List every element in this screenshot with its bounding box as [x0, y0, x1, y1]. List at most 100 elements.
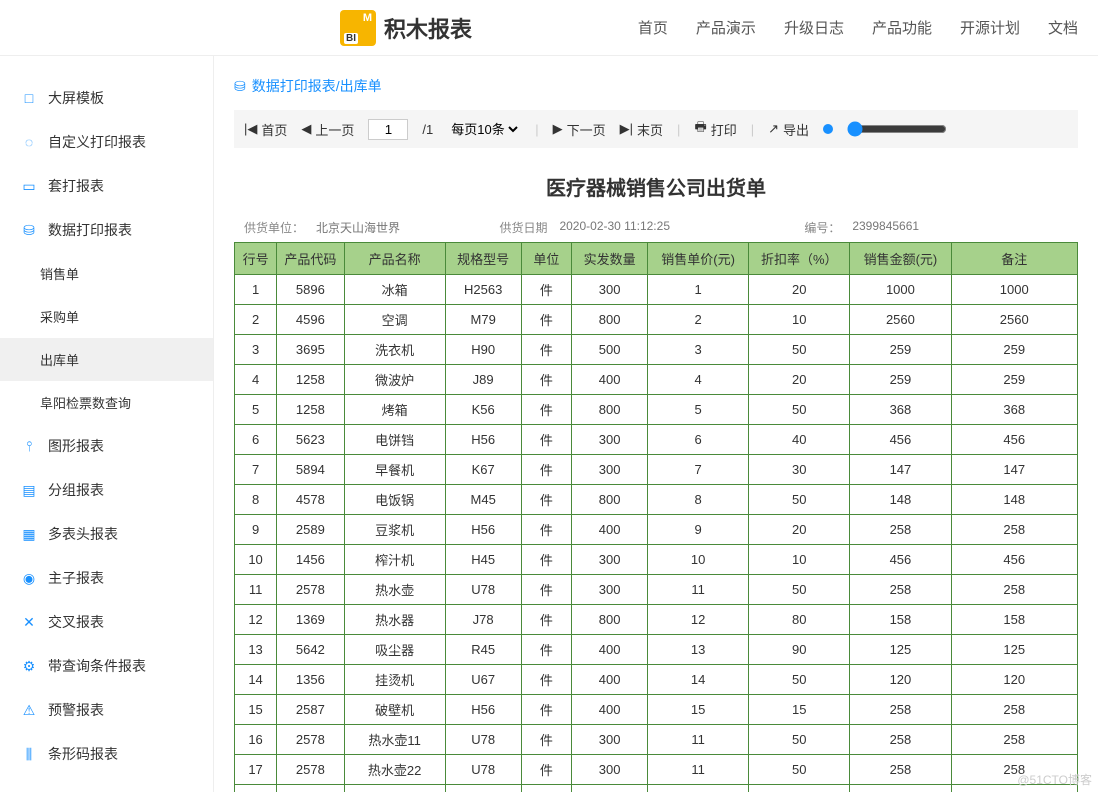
- table-row: 92589豆浆机H56件400920258258: [235, 515, 1078, 545]
- sidebar-item[interactable]: ⚠预警报表: [0, 688, 213, 732]
- table-cell: 吸尘器: [344, 635, 445, 665]
- sidebar-item[interactable]: 阜阳检票数查询: [0, 381, 213, 424]
- last-page-button[interactable]: ▶|末页: [620, 120, 663, 139]
- prev-icon: ◀: [301, 121, 311, 137]
- first-icon: |◀: [244, 121, 257, 137]
- table-cell: 7: [235, 455, 277, 485]
- table-cell: 2589: [277, 515, 344, 545]
- table-cell: 300: [572, 725, 648, 755]
- table-cell: 热水壶: [344, 575, 445, 605]
- topmenu-home[interactable]: 首页: [638, 17, 668, 38]
- table-cell: 10: [749, 545, 850, 575]
- print-button[interactable]: 🖶打印: [694, 118, 736, 140]
- table-cell: J89: [445, 365, 521, 395]
- table-cell: 榨汁机: [344, 545, 445, 575]
- table-cell: 147: [951, 455, 1078, 485]
- page-input[interactable]: [368, 119, 408, 140]
- column-header: 折扣率（%）: [749, 243, 850, 275]
- table-cell: 368: [951, 395, 1078, 425]
- table-cell: 14: [648, 665, 749, 695]
- topmenu-demo[interactable]: 产品演示: [696, 17, 756, 38]
- sidebar-icon: ◌: [20, 133, 38, 151]
- sidebar-item[interactable]: 出库单: [0, 338, 213, 381]
- table-cell: 456: [850, 425, 951, 455]
- top-nav: 积木报表 首页 产品演示 升级日志 产品功能 开源计划 文档: [0, 0, 1098, 56]
- prev-page-button[interactable]: ◀上一页: [301, 120, 354, 139]
- table-cell: 件: [521, 575, 572, 605]
- table-cell: 1: [648, 275, 749, 305]
- sidebar-item[interactable]: ✕交叉报表: [0, 600, 213, 644]
- table-cell: 1: [235, 275, 277, 305]
- export-button[interactable]: ↗导出: [768, 120, 809, 139]
- table-cell: 90: [749, 635, 850, 665]
- topmenu-docs[interactable]: 文档: [1048, 17, 1078, 38]
- table-cell: 125: [951, 635, 1078, 665]
- table-row: 65623电饼铛H56件300640456456: [235, 425, 1078, 455]
- sidebar-item[interactable]: □大屏模板: [0, 76, 213, 120]
- table-cell: 件: [521, 545, 572, 575]
- sidebar-item[interactable]: ⛁数据打印报表: [0, 208, 213, 252]
- last-icon: ▶|: [620, 121, 633, 137]
- table-cell: 800: [572, 305, 648, 335]
- table-cell: 6: [648, 425, 749, 455]
- table-cell: 400: [572, 665, 648, 695]
- sidebar-icon: ▦: [20, 525, 38, 543]
- zoom-slider[interactable]: [847, 121, 947, 137]
- topmenu-changelog[interactable]: 升级日志: [784, 17, 844, 38]
- table-row: 101456榨汁机H45件3001010456456: [235, 545, 1078, 575]
- table-cell: U67: [445, 665, 521, 695]
- column-header: 单位: [521, 243, 572, 275]
- next-page-button[interactable]: ▶下一页: [553, 120, 606, 139]
- topmenu-opensource[interactable]: 开源计划: [960, 17, 1020, 38]
- sidebar-item[interactable]: ⫯图形报表: [0, 424, 213, 468]
- sidebar-item[interactable]: ⫼条形码报表: [0, 732, 213, 776]
- table-cell: 258: [951, 575, 1078, 605]
- table-cell: H2563: [445, 275, 521, 305]
- table-cell: 2560: [850, 305, 951, 335]
- sidebar-item[interactable]: ▦多表头报表: [0, 512, 213, 556]
- table-cell: 400: [572, 365, 648, 395]
- logo: 积木报表: [340, 10, 472, 46]
- table-cell: 13: [648, 635, 749, 665]
- sidebar-item[interactable]: ▤分组报表: [0, 468, 213, 512]
- table-row: 135642吸尘器R45件4001390125125: [235, 635, 1078, 665]
- table-cell: 5896: [277, 275, 344, 305]
- table-cell: 6: [235, 425, 277, 455]
- table-cell: 800: [572, 395, 648, 425]
- column-header: 产品代码: [277, 243, 344, 275]
- sidebar-icon: ◉: [20, 569, 38, 587]
- sidebar-item[interactable]: ◉主子报表: [0, 556, 213, 600]
- table-cell: 1369: [277, 605, 344, 635]
- table-cell: 5642: [277, 635, 344, 665]
- sidebar-item[interactable]: ◌自定义打印报表: [0, 120, 213, 164]
- sidebar-item[interactable]: ▭套打报表: [0, 164, 213, 208]
- table-cell: 烤箱: [344, 395, 445, 425]
- table-cell: 件: [521, 605, 572, 635]
- table-cell: 120: [951, 665, 1078, 695]
- sidebar-item[interactable]: 采购单: [0, 295, 213, 338]
- sidebar-item[interactable]: ⚙带查询条件报表: [0, 644, 213, 688]
- first-page-button[interactable]: |◀首页: [244, 120, 287, 139]
- table-cell: 400: [572, 695, 648, 725]
- table-cell: 456: [951, 545, 1078, 575]
- print-icon: 🖶: [694, 118, 706, 140]
- sidebar-item-label: 交叉报表: [48, 612, 104, 632]
- topmenu-features[interactable]: 产品功能: [872, 17, 932, 38]
- table-cell: 件: [521, 305, 572, 335]
- sidebar-item[interactable]: 销售单: [0, 252, 213, 295]
- table-cell: 4: [648, 365, 749, 395]
- per-page-select[interactable]: 每页10条: [447, 121, 521, 138]
- table-cell: 1000: [850, 785, 951, 792]
- table-cell: 微波炉: [344, 365, 445, 395]
- table-cell: H45: [445, 545, 521, 575]
- table-cell: 空调: [344, 305, 445, 335]
- table-header-row: 行号产品代码产品名称规格型号单位实发数量销售单价(元)折扣率（%）销售金额(元)…: [235, 243, 1078, 275]
- table-cell: 258: [951, 725, 1078, 755]
- main-layout: □大屏模板◌自定义打印报表▭套打报表⛁数据打印报表销售单采购单出库单阜阳检票数查…: [0, 56, 1098, 792]
- table-cell: 热水壶22: [344, 755, 445, 785]
- logo-text: 积木报表: [384, 12, 472, 44]
- export-icon: ↗: [768, 121, 779, 137]
- table-cell: K67: [445, 455, 521, 485]
- table-cell: H90: [445, 335, 521, 365]
- date-value: 2020-02-30 11:12:25: [559, 219, 670, 236]
